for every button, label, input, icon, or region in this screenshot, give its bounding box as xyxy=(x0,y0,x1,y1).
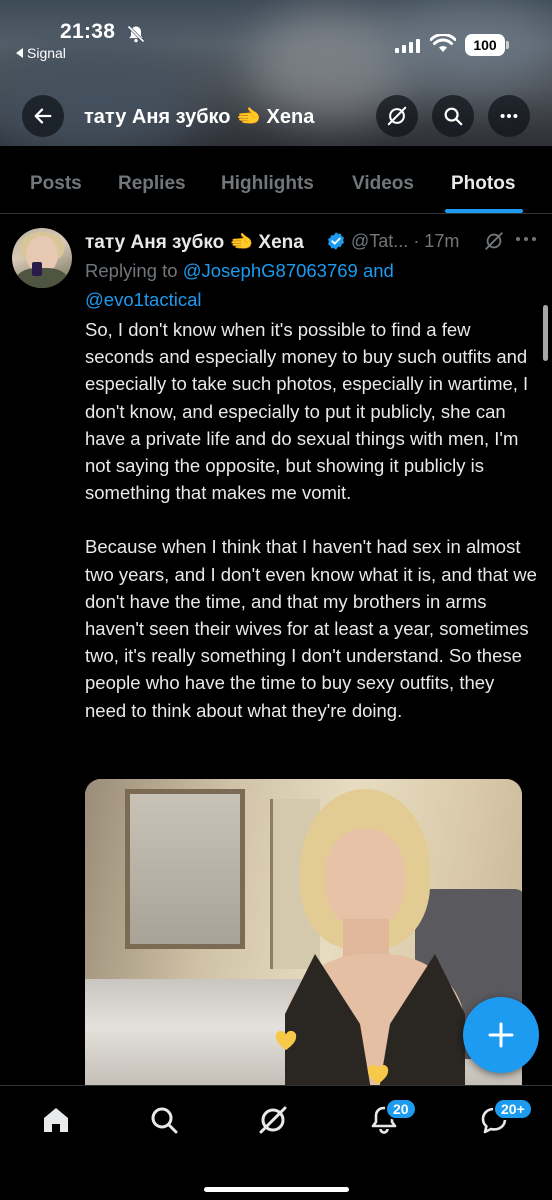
battery-indicator: 100 xyxy=(465,34,509,56)
mention-link[interactable]: @evo1tactical xyxy=(85,289,201,310)
heart-emoji-icon xyxy=(275,1031,297,1051)
tab-posts[interactable]: Posts xyxy=(30,173,82,195)
nav-home[interactable] xyxy=(36,1100,76,1140)
profile-tabs: Posts Replies Highlights Videos Photos xyxy=(0,146,552,214)
tweet-timestamp: · 17m xyxy=(413,231,460,251)
home-indicator xyxy=(204,1187,349,1192)
heart-emoji-icon xyxy=(367,1065,389,1085)
active-tab-indicator xyxy=(445,209,523,213)
tweet-header: тату Аня зубко 🫲 Xena @Tat... · 17m xyxy=(85,228,540,254)
search-icon xyxy=(151,1107,178,1134)
bell-off-icon xyxy=(127,25,145,43)
replying-to-label: Replying to xyxy=(85,260,178,281)
status-time: 21:38 xyxy=(60,20,116,43)
arrow-left-icon xyxy=(34,108,52,124)
author-handle: @Tat... · 17m xyxy=(351,231,460,251)
status-bar: 21:38 Signal 100 xyxy=(0,0,552,70)
more-horizontal-icon xyxy=(500,113,518,119)
notifications-badge: 20 xyxy=(385,1098,417,1120)
tweet-photo[interactable] xyxy=(85,779,522,1099)
scrollbar[interactable] xyxy=(543,305,548,361)
tab-replies[interactable]: Replies xyxy=(118,173,186,195)
messages-badge: 20+ xyxy=(493,1098,533,1120)
search-icon xyxy=(444,107,463,126)
replying-to-line: Replying to @JosephG87063769 and @evo1ta… xyxy=(85,256,525,314)
bottom-nav: 20 20+ xyxy=(0,1085,552,1200)
profile-title: тату Аня зубко 🫲 Xena xyxy=(84,106,315,128)
nav-search[interactable] xyxy=(144,1100,184,1140)
search-button[interactable] xyxy=(432,95,474,137)
verified-badge-icon xyxy=(328,232,344,250)
tweet-paragraph: So, I don't know when it's possible to f… xyxy=(85,319,529,504)
profile-nav-bar: тату Аня зубко 🫲 Xena xyxy=(0,92,552,140)
grok-icon[interactable] xyxy=(483,230,505,252)
tab-highlights[interactable]: Highlights xyxy=(221,173,314,195)
grok-icon xyxy=(387,106,407,126)
mention-link[interactable]: @JosephG87063769 xyxy=(183,260,358,281)
back-button[interactable] xyxy=(22,95,64,137)
plus-icon xyxy=(488,1022,514,1048)
back-app-label: Signal xyxy=(27,45,66,61)
grok-icon xyxy=(259,1106,287,1134)
nav-grok[interactable] xyxy=(253,1100,293,1140)
grok-button[interactable] xyxy=(376,95,418,137)
tweet-text: So, I don't know when it's possible to f… xyxy=(85,316,537,751)
profile-banner: 21:38 Signal 100 тату Аня зубко 🫲 Xena xyxy=(0,0,552,146)
tab-photos[interactable]: Photos xyxy=(451,173,515,195)
avatar[interactable] xyxy=(12,228,72,288)
more-options-button[interactable] xyxy=(488,95,530,137)
back-to-app-link[interactable]: Signal xyxy=(16,45,66,61)
author-name[interactable]: тату Аня зубко 🫲 Xena xyxy=(85,230,304,254)
tweet-paragraph: Because when I think that I haven't had … xyxy=(85,536,537,721)
mention-and-label: and xyxy=(362,260,394,281)
back-arrow-icon xyxy=(16,48,23,58)
home-icon xyxy=(44,1108,68,1132)
cellular-signal-icon xyxy=(395,39,420,53)
wifi-icon xyxy=(430,34,456,52)
tweet-more-icon[interactable] xyxy=(513,228,539,250)
tab-videos[interactable]: Videos xyxy=(352,173,414,195)
compose-post-button[interactable] xyxy=(463,997,539,1073)
